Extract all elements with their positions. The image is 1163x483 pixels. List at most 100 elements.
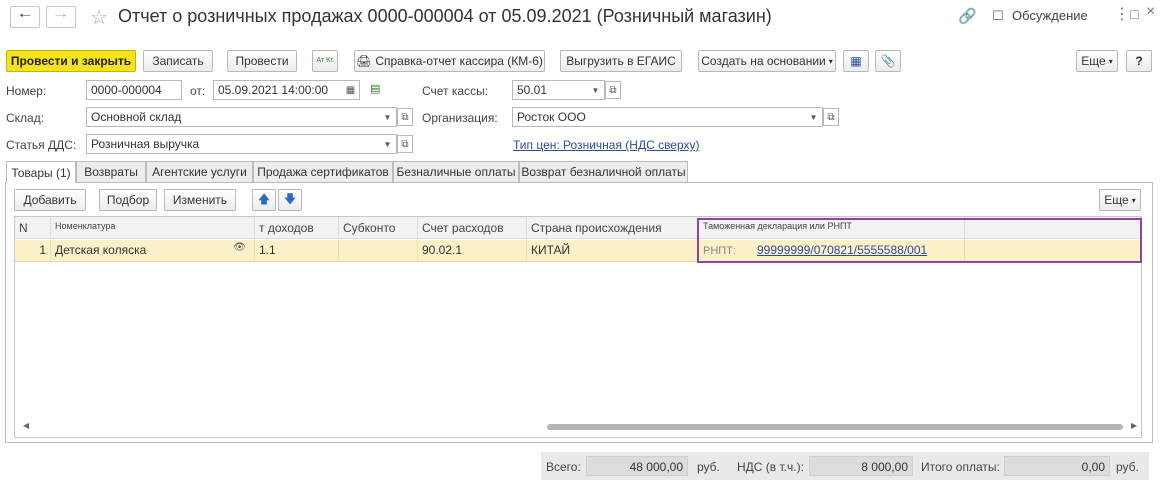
pay-currency: руб. [1116, 460, 1139, 474]
add-row-button[interactable]: Добавить [14, 189, 86, 211]
table-more-button[interactable]: Еще ▾ [1099, 189, 1141, 211]
tab-agent-services[interactable]: Агентские услуги [146, 161, 253, 182]
col-header-subconto[interactable]: Субконто [339, 217, 418, 239]
arrow-down-icon: 🡇 [283, 191, 297, 206]
totals-footer: Всего: 48 000,00 руб. НДС (в т.ч.): 8 00… [541, 452, 1149, 480]
tab-goods[interactable]: Товары (1) [6, 161, 76, 183]
scroll-right-icon[interactable]: ▶ [1131, 421, 1137, 430]
paperclip-icon: 📎 [880, 54, 896, 68]
help-button[interactable]: ? [1126, 50, 1152, 72]
org-field[interactable]: Росток ООО [512, 107, 806, 127]
warehouse-open-button[interactable]: ⧉ [397, 108, 413, 126]
save-button[interactable]: Записать [143, 50, 213, 72]
warehouse-dropdown[interactable]: ▼ [379, 107, 397, 127]
arrow-right-icon: 🠒 [54, 7, 68, 23]
date-from-label: от: [190, 84, 206, 98]
pay-field: 0,00 [1004, 456, 1110, 476]
dds-field[interactable]: Розничная выручка [86, 134, 380, 154]
org-open-button[interactable]: ⧉ [823, 108, 839, 126]
forward-button[interactable]: 🠒 [46, 6, 76, 28]
vat-label: НДС (в т.ч.): [737, 460, 804, 474]
post-button[interactable]: Провести [227, 50, 297, 72]
col-header-country[interactable]: Страна происхождения [527, 217, 699, 239]
price-type-link[interactable]: Тип цен: Розничная (НДС сверху) [513, 138, 700, 152]
col-header-n[interactable]: N [15, 217, 51, 239]
cash-account-label: Счет кассы: [422, 84, 489, 98]
link-icon[interactable]: 🔗 [958, 7, 977, 25]
highlight-frame [697, 218, 1142, 263]
egais-button[interactable]: Выгрузить в ЕГАИС [560, 50, 682, 72]
hierarchy-icon: ▦ [850, 54, 862, 68]
calendar-icon: ▦ [345, 84, 356, 96]
more-button[interactable]: Еще ▾ [1076, 50, 1118, 72]
tab-returns[interactable]: Возвраты [76, 161, 146, 182]
open-icon: ⧉ [401, 111, 409, 123]
dds-dropdown[interactable]: ▼ [379, 134, 397, 154]
cell-nomenclature[interactable]: Детская коляска 👁 [51, 240, 255, 262]
edit-button[interactable]: Изменить [164, 189, 236, 211]
cell-subconto[interactable] [339, 240, 418, 262]
date-field[interactable]: 05.09.2021 14:00:00 [213, 80, 343, 100]
dt-kt-button[interactable]: Ат Кт [312, 50, 338, 72]
calendar-button[interactable]: ▦ [342, 80, 360, 100]
attach-button[interactable]: 📎 [875, 50, 901, 72]
create-based-button[interactable]: Создать на основании ▾ [698, 50, 836, 72]
menu-dots-icon[interactable]: ⋮ [1114, 4, 1130, 24]
open-icon: ⧉ [401, 138, 409, 150]
total-currency: руб. [697, 460, 720, 474]
dropdown-arrow-icon: ▾ [1108, 56, 1113, 66]
post-status-icon: ▤ [370, 83, 381, 95]
scrollbar-thumb[interactable] [547, 424, 1123, 430]
org-label: Организация: [422, 111, 498, 125]
col-header-income-account[interactable]: т доходов [255, 217, 339, 239]
col-header-expense-account[interactable]: Счет расходов [418, 217, 527, 239]
tab-cashless-payments[interactable]: Безналичные оплаты [393, 161, 519, 182]
favorite-star-icon[interactable]: ☆ [90, 5, 108, 30]
arrow-left-icon: 🠐 [18, 7, 32, 23]
cell-expense-account[interactable]: 90.02.1 [418, 240, 527, 262]
open-icon: ⧉ [609, 84, 617, 96]
open-icon: ⧉ [827, 111, 835, 123]
post-and-close-button[interactable]: Провести и закрыть [6, 50, 136, 72]
pay-label: Итого оплаты: [921, 460, 1000, 474]
table-more-label: Еще [1104, 193, 1129, 207]
create-based-label: Создать на основании [701, 54, 826, 68]
chevron-down-icon: ▼ [383, 139, 392, 149]
scroll-left-icon[interactable]: ◀ [23, 421, 29, 430]
page-title: Отчет о розничных продажах 0000-000004 о… [118, 6, 772, 26]
number-label: Номер: [6, 84, 47, 98]
horizontal-scrollbar[interactable]: ◀ ▶ [15, 419, 1141, 435]
search-icon[interactable]: 👁 [233, 242, 246, 253]
total-field: 48 000,00 [586, 456, 688, 476]
chevron-down-icon: ▼ [809, 112, 818, 122]
cell-income-account[interactable]: 1.1 [255, 240, 339, 262]
discussion-icon: ☐ [992, 8, 1004, 23]
warehouse-field[interactable]: Основной склад [86, 107, 380, 127]
nomenclature-text: Детская коляска [55, 243, 147, 257]
more-label: Еще [1081, 54, 1106, 68]
cash-account-field[interactable]: 50.01 [512, 80, 588, 100]
chevron-down-icon: ▼ [383, 112, 392, 122]
discussion-button[interactable]: Обсуждение [1012, 8, 1088, 23]
pick-button[interactable]: Подбор [99, 189, 157, 211]
cashier-report-button[interactable]: 🖨 Справка-отчет кассира (КМ-6) [354, 50, 545, 72]
warehouse-label: Склад: [6, 111, 45, 125]
back-button[interactable]: 🠐 [10, 6, 40, 28]
vat-field: 8 000,00 [809, 456, 913, 476]
cash-account-open-button[interactable]: ⧉ [605, 81, 621, 99]
move-up-button[interactable]: 🡅 [252, 189, 276, 211]
tab-certificates[interactable]: Продажа сертификатов [253, 161, 393, 182]
move-down-button[interactable]: 🡇 [278, 189, 302, 211]
cell-country[interactable]: КИТАЙ [527, 240, 699, 262]
structure-button[interactable]: ▦ [843, 50, 869, 72]
col-header-nomenclature[interactable]: Номенклатура [51, 217, 255, 239]
dds-label: Статья ДДС: [6, 138, 77, 152]
number-field[interactable]: 0000-000004 [86, 80, 182, 100]
tab-cashless-return[interactable]: Возврат безналичной оплаты [519, 161, 688, 182]
maximize-icon[interactable]: □ [1130, 6, 1138, 22]
close-icon[interactable]: × [1146, 3, 1155, 21]
org-dropdown[interactable]: ▼ [805, 107, 823, 127]
dds-open-button[interactable]: ⧉ [397, 135, 413, 153]
total-label: Всего: [546, 460, 581, 474]
cash-account-dropdown[interactable]: ▼ [587, 80, 605, 100]
